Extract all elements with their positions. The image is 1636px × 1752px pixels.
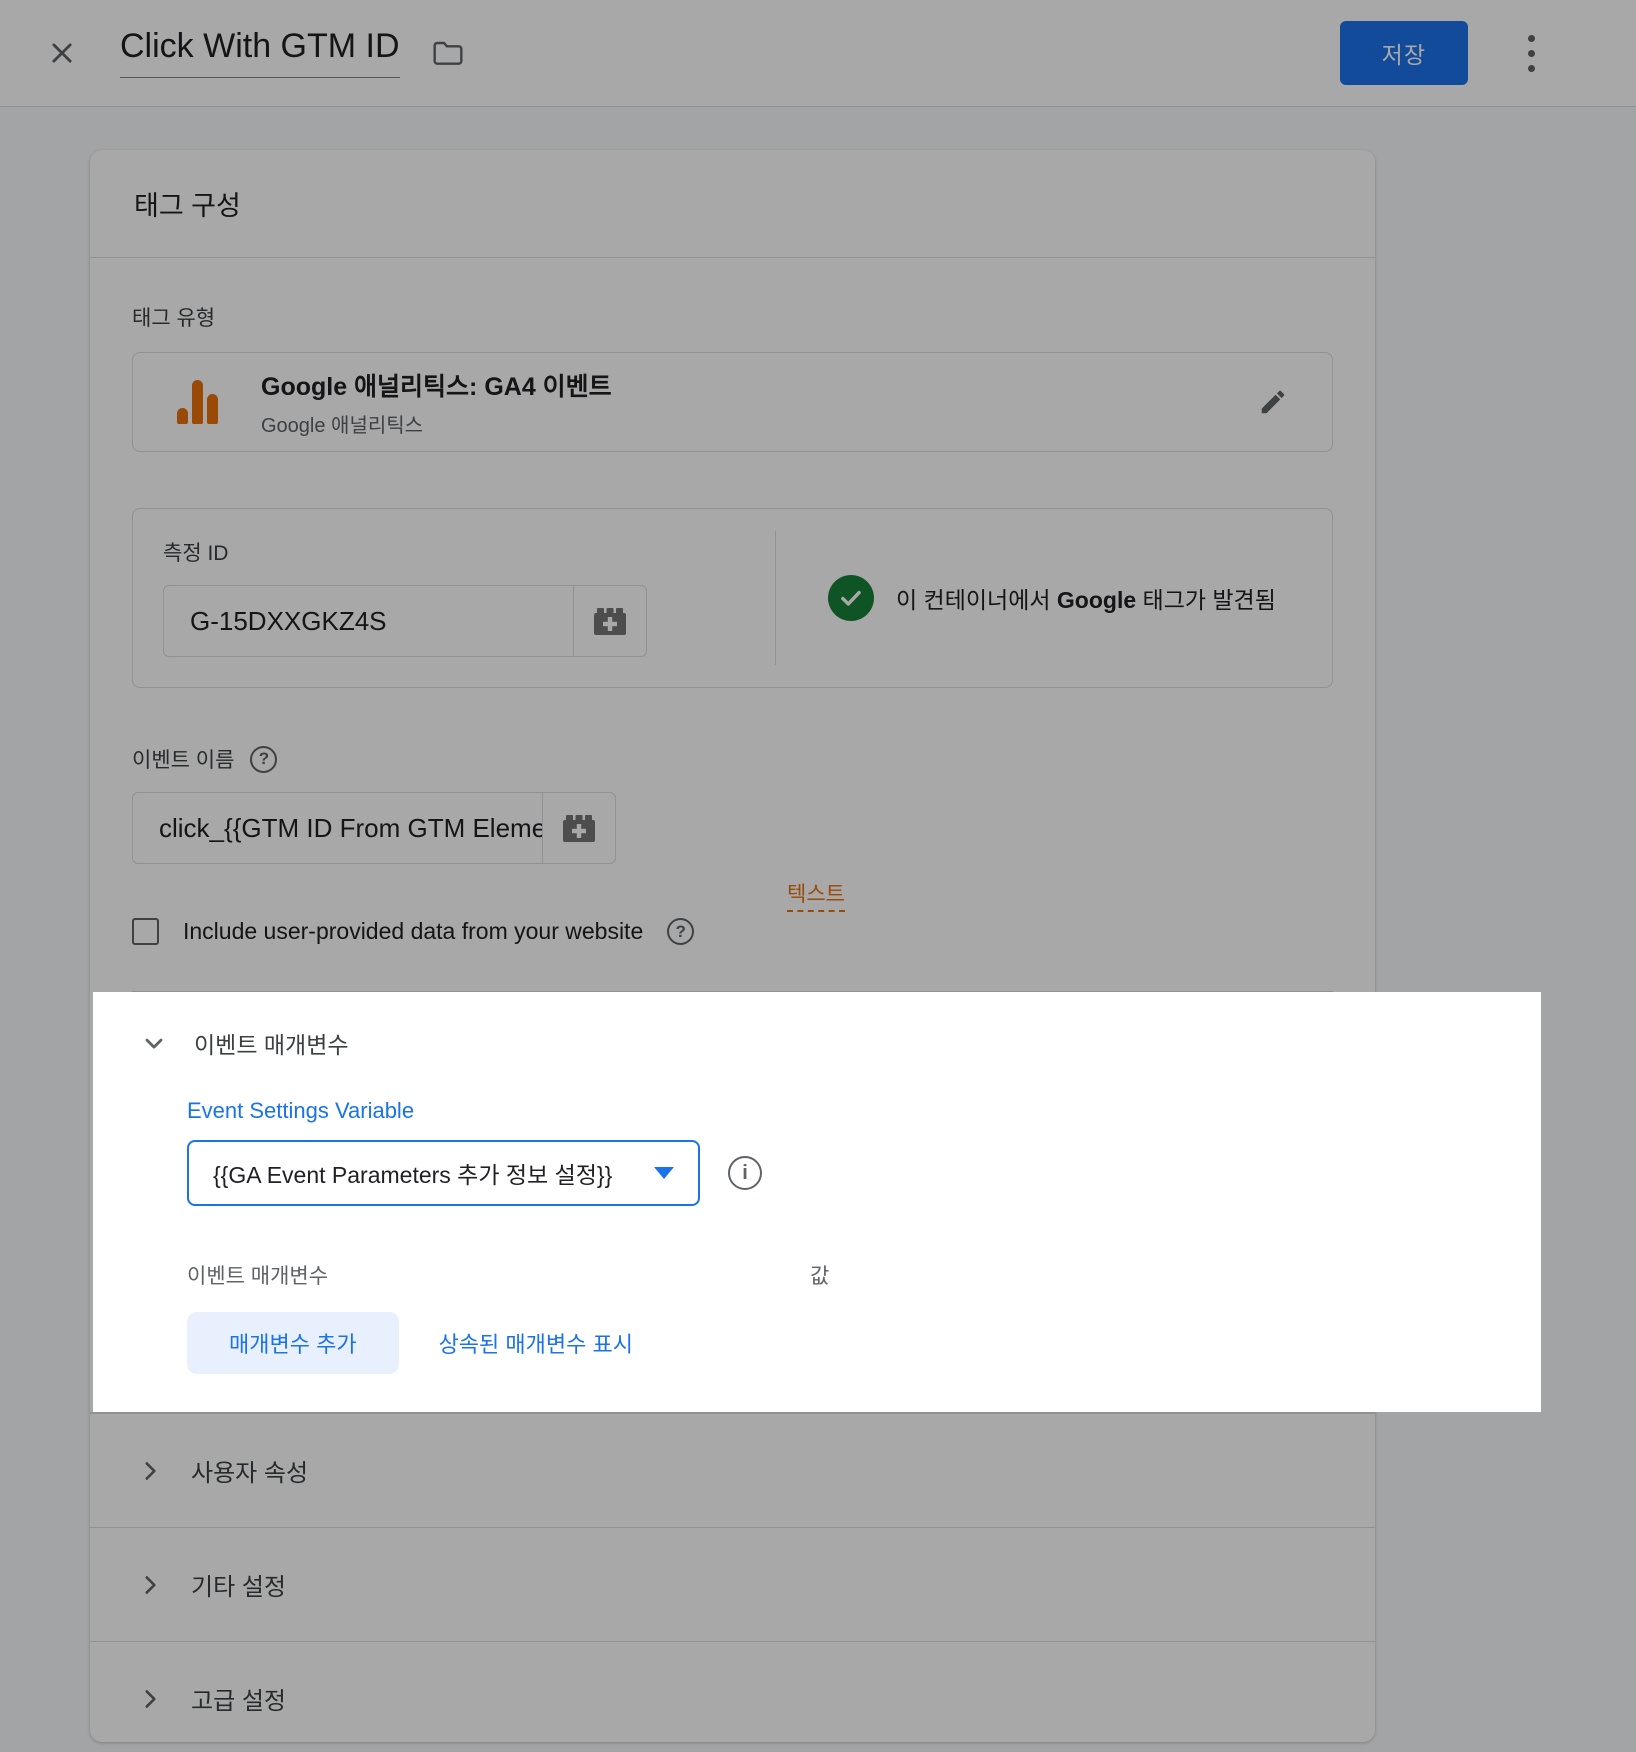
measurement-id-label: 측정 ID	[163, 537, 775, 567]
add-parameter-button[interactable]: 매개변수 추가	[187, 1312, 399, 1374]
close-icon[interactable]	[44, 35, 80, 71]
user-data-checkbox-label: Include user-provided data from your web…	[183, 918, 643, 945]
measurement-id-box: 측정 ID G-15DXXGKZ4S	[132, 508, 1333, 688]
tag-title[interactable]: Click With GTM ID	[120, 28, 400, 78]
dropdown-caret-icon	[654, 1167, 674, 1179]
user-data-checkbox[interactable]	[132, 918, 159, 945]
edit-pencil-icon[interactable]	[1258, 387, 1332, 417]
tag-configuration-card: 태그 구성 태그 유형 Google 애널리틱스: GA4 이벤트 Google…	[90, 150, 1375, 1742]
check-icon	[828, 575, 874, 621]
tag-type-vendor: Google 애널리틱스	[261, 409, 1258, 438]
help-icon[interactable]: ?	[667, 918, 694, 945]
event-parameters-section: 이벤트 매개변수 Event Settings Variable {{GA Ev…	[93, 992, 1541, 1412]
chevron-right-icon	[137, 1572, 163, 1598]
event-parameters-title: 이벤트 매개변수	[194, 1026, 349, 1060]
info-icon[interactable]: i	[728, 1156, 762, 1190]
section-advanced-settings[interactable]: 고급 설정	[90, 1641, 1375, 1752]
variable-picker-icon[interactable]	[542, 792, 616, 864]
dropdown-selected-value: {{GA Event Parameters 추가 정보 설정}}	[213, 1156, 642, 1190]
chevron-right-icon	[137, 1686, 163, 1712]
chevron-right-icon	[137, 1458, 163, 1484]
event-name-label: 이벤트 이름	[132, 744, 234, 774]
event-name-input[interactable]: click_{{GTM ID From GTM Elemen	[132, 792, 542, 864]
param-column-label: 이벤트 매개변수	[187, 1260, 328, 1290]
event-settings-variable-label: Event Settings Variable	[187, 1098, 1541, 1124]
event-settings-variable-dropdown[interactable]: {{GA Event Parameters 추가 정보 설정}}	[187, 1140, 700, 1206]
measurement-id-input[interactable]: G-15DXXGKZ4S	[163, 585, 573, 657]
ga4-analytics-icon	[133, 380, 261, 424]
show-inherited-params-link[interactable]: 상속된 매개변수 표시	[439, 1327, 633, 1359]
text-type-annotation: 텍스트	[787, 878, 845, 912]
section-other-settings[interactable]: 기타 설정	[90, 1527, 1375, 1641]
tag-type-card[interactable]: Google 애널리틱스: GA4 이벤트 Google 애널리틱스	[132, 352, 1333, 452]
value-column-label: 값	[810, 1260, 829, 1290]
folder-icon[interactable]	[430, 35, 466, 71]
more-menu-icon[interactable]	[1516, 35, 1546, 72]
tag-type-label: 태그 유형	[132, 302, 1333, 332]
event-parameters-header[interactable]: 이벤트 매개변수	[140, 1026, 1541, 1060]
variable-picker-icon[interactable]	[573, 585, 647, 657]
section-user-properties[interactable]: 사용자 속성	[90, 1413, 1375, 1527]
tag-type-name: Google 애널리틱스: GA4 이벤트	[261, 367, 1258, 403]
help-icon[interactable]: ?	[250, 746, 277, 773]
card-title: 태그 구성	[90, 150, 1375, 258]
save-button[interactable]: 저장	[1340, 21, 1468, 85]
top-bar: Click With GTM ID 저장	[0, 0, 1636, 107]
google-tag-found-status: 이 컨테이너에서 Google 태그가 발견됨	[896, 581, 1276, 615]
chevron-down-icon	[140, 1029, 168, 1057]
